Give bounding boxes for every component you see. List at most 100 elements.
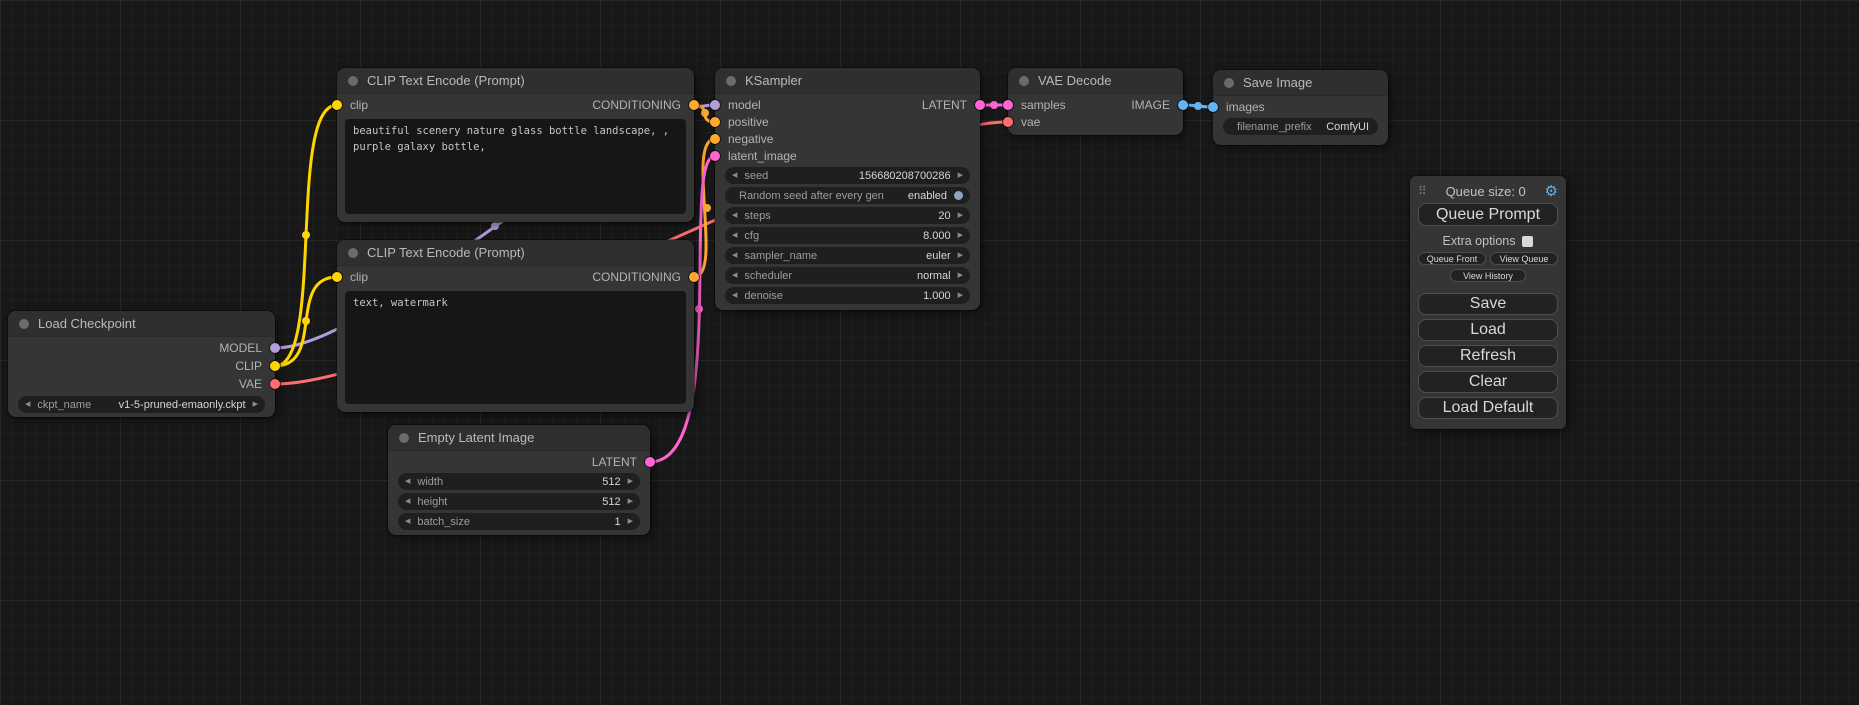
input-slot-model[interactable] xyxy=(710,100,720,110)
widget-width[interactable]: ◀ width 512 ▶ xyxy=(398,473,640,490)
input-slot-images[interactable] xyxy=(1208,102,1218,112)
node-load-checkpoint[interactable]: Load Checkpoint MODEL CLIP VAE ◀ ckpt_na… xyxy=(8,311,275,417)
clear-button[interactable]: Clear xyxy=(1418,371,1558,393)
node-header[interactable]: CLIP Text Encode (Prompt) xyxy=(337,68,694,94)
collapse-dot-icon[interactable] xyxy=(348,248,358,258)
input-slot-negative[interactable] xyxy=(710,134,720,144)
node-empty-latent-image[interactable]: Empty Latent Image LATENT ◀ width 512 ▶ … xyxy=(388,425,650,535)
decrement-icon[interactable]: ◀ xyxy=(732,172,737,179)
widget-seed[interactable]: ◀ seed 156680208700286 ▶ xyxy=(725,167,970,184)
queue-prompt-button[interactable]: Queue Prompt xyxy=(1418,203,1558,226)
output-slot-image[interactable] xyxy=(1178,100,1188,110)
output-slot-vae[interactable] xyxy=(270,379,280,389)
increment-icon[interactable]: ▶ xyxy=(628,478,633,485)
output-slot-clip[interactable] xyxy=(270,361,280,371)
input-slot-positive[interactable] xyxy=(710,117,720,127)
node-header[interactable]: Empty Latent Image xyxy=(388,425,650,451)
decrement-icon[interactable]: ◀ xyxy=(405,498,410,505)
output-slot-latent[interactable] xyxy=(975,100,985,110)
widget-cfg[interactable]: ◀ cfg 8.000 ▶ xyxy=(725,227,970,244)
increment-icon[interactable]: ▶ xyxy=(958,272,963,279)
extra-options-checkbox[interactable] xyxy=(1522,236,1533,247)
slot-row: latent_image xyxy=(715,147,980,164)
decrement-icon[interactable]: ◀ xyxy=(405,518,410,525)
input-slot-vae[interactable] xyxy=(1003,117,1013,127)
wire-midpoint-dot xyxy=(701,109,709,117)
increment-icon[interactable]: ▶ xyxy=(628,498,633,505)
node-title: CLIP Text Encode (Prompt) xyxy=(367,73,525,88)
collapse-dot-icon[interactable] xyxy=(1019,76,1029,86)
output-slot-latent[interactable] xyxy=(645,457,655,467)
output-slot-conditioning[interactable] xyxy=(689,100,699,110)
load-button[interactable]: Load xyxy=(1418,319,1558,341)
slot-row: VAE xyxy=(8,375,275,393)
drag-handle-icon[interactable]: ⠿ xyxy=(1418,184,1427,198)
input-slot-latent-image[interactable] xyxy=(710,151,720,161)
save-button[interactable]: Save xyxy=(1418,293,1558,315)
widget-height[interactable]: ◀ height 512 ▶ xyxy=(398,493,640,510)
node-graph-canvas[interactable]: Load Checkpoint MODEL CLIP VAE ◀ ckpt_na… xyxy=(0,0,1859,705)
decrement-icon[interactable]: ◀ xyxy=(25,401,30,408)
widget-ckpt-name[interactable]: ◀ ckpt_name v1-5-pruned-emaonly.ckpt ▶ xyxy=(18,396,265,413)
increment-icon[interactable]: ▶ xyxy=(958,212,963,219)
view-queue-button[interactable]: View Queue xyxy=(1490,252,1558,265)
node-vae-decode[interactable]: VAE Decode samples IMAGE vae xyxy=(1008,68,1183,135)
node-header[interactable]: CLIP Text Encode (Prompt) xyxy=(337,240,694,266)
widget-random-seed-toggle[interactable]: Random seed after every gen enabled xyxy=(725,187,970,204)
widget-steps[interactable]: ◀ steps 20 ▶ xyxy=(725,207,970,224)
slot-row: images xyxy=(1213,98,1388,115)
slot-row: clip CONDITIONING xyxy=(337,268,694,285)
input-slot-samples[interactable] xyxy=(1003,100,1013,110)
collapse-dot-icon[interactable] xyxy=(726,76,736,86)
widget-filename-prefix[interactable]: filename_prefix ComfyUI xyxy=(1223,118,1378,135)
input-slot-clip[interactable] xyxy=(332,272,342,282)
increment-icon[interactable]: ▶ xyxy=(958,292,963,299)
decrement-icon[interactable]: ◀ xyxy=(732,292,737,299)
increment-icon[interactable]: ▶ xyxy=(253,401,258,408)
output-slot-conditioning[interactable] xyxy=(689,272,699,282)
node-title: CLIP Text Encode (Prompt) xyxy=(367,245,525,260)
prompt-textarea[interactable]: beautiful scenery nature glass bottle la… xyxy=(345,119,686,214)
node-title: Save Image xyxy=(1243,75,1312,90)
node-header[interactable]: VAE Decode xyxy=(1008,68,1183,94)
extra-options-label: Extra options xyxy=(1443,234,1516,248)
decrement-icon[interactable]: ◀ xyxy=(732,272,737,279)
node-header[interactable]: Load Checkpoint xyxy=(8,311,275,337)
increment-icon[interactable]: ▶ xyxy=(628,518,633,525)
queue-front-button[interactable]: Queue Front xyxy=(1418,252,1486,265)
refresh-button[interactable]: Refresh xyxy=(1418,345,1558,367)
node-clip-text-encode-negative[interactable]: CLIP Text Encode (Prompt) clip CONDITION… xyxy=(337,240,694,412)
widget-denoise[interactable]: ◀ denoise 1.000 ▶ xyxy=(725,287,970,304)
load-default-button[interactable]: Load Default xyxy=(1418,397,1558,419)
node-clip-text-encode-positive[interactable]: CLIP Text Encode (Prompt) clip CONDITION… xyxy=(337,68,694,222)
node-ksampler[interactable]: KSampler model LATENT positive negative … xyxy=(715,68,980,310)
decrement-icon[interactable]: ◀ xyxy=(732,252,737,259)
increment-icon[interactable]: ▶ xyxy=(958,172,963,179)
node-header[interactable]: KSampler xyxy=(715,68,980,94)
output-slot-model[interactable] xyxy=(270,343,280,353)
prompt-textarea[interactable]: text, watermark xyxy=(345,291,686,404)
increment-icon[interactable]: ▶ xyxy=(958,232,963,239)
slot-row: samples IMAGE xyxy=(1008,96,1183,113)
collapse-dot-icon[interactable] xyxy=(348,76,358,86)
collapse-dot-icon[interactable] xyxy=(19,319,29,329)
queue-panel-header: ⠿ Queue size: 0 ⚙ xyxy=(1418,182,1558,200)
collapse-dot-icon[interactable] xyxy=(1224,78,1234,88)
wire-midpoint-dot xyxy=(695,305,703,313)
settings-gear-icon[interactable]: ⚙ xyxy=(1545,184,1558,199)
node-title: KSampler xyxy=(745,73,802,88)
toggle-dot-icon[interactable] xyxy=(954,191,963,200)
slot-row: model LATENT xyxy=(715,96,980,113)
widget-batch-size[interactable]: ◀ batch_size 1 ▶ xyxy=(398,513,640,530)
decrement-icon[interactable]: ◀ xyxy=(732,212,737,219)
decrement-icon[interactable]: ◀ xyxy=(732,232,737,239)
input-slot-clip[interactable] xyxy=(332,100,342,110)
node-save-image[interactable]: Save Image images filename_prefix ComfyU… xyxy=(1213,70,1388,145)
increment-icon[interactable]: ▶ xyxy=(958,252,963,259)
widget-scheduler[interactable]: ◀ scheduler normal ▶ xyxy=(725,267,970,284)
decrement-icon[interactable]: ◀ xyxy=(405,478,410,485)
view-history-button[interactable]: View History xyxy=(1450,269,1526,282)
widget-sampler-name[interactable]: ◀ sampler_name euler ▶ xyxy=(725,247,970,264)
collapse-dot-icon[interactable] xyxy=(399,433,409,443)
node-header[interactable]: Save Image xyxy=(1213,70,1388,96)
